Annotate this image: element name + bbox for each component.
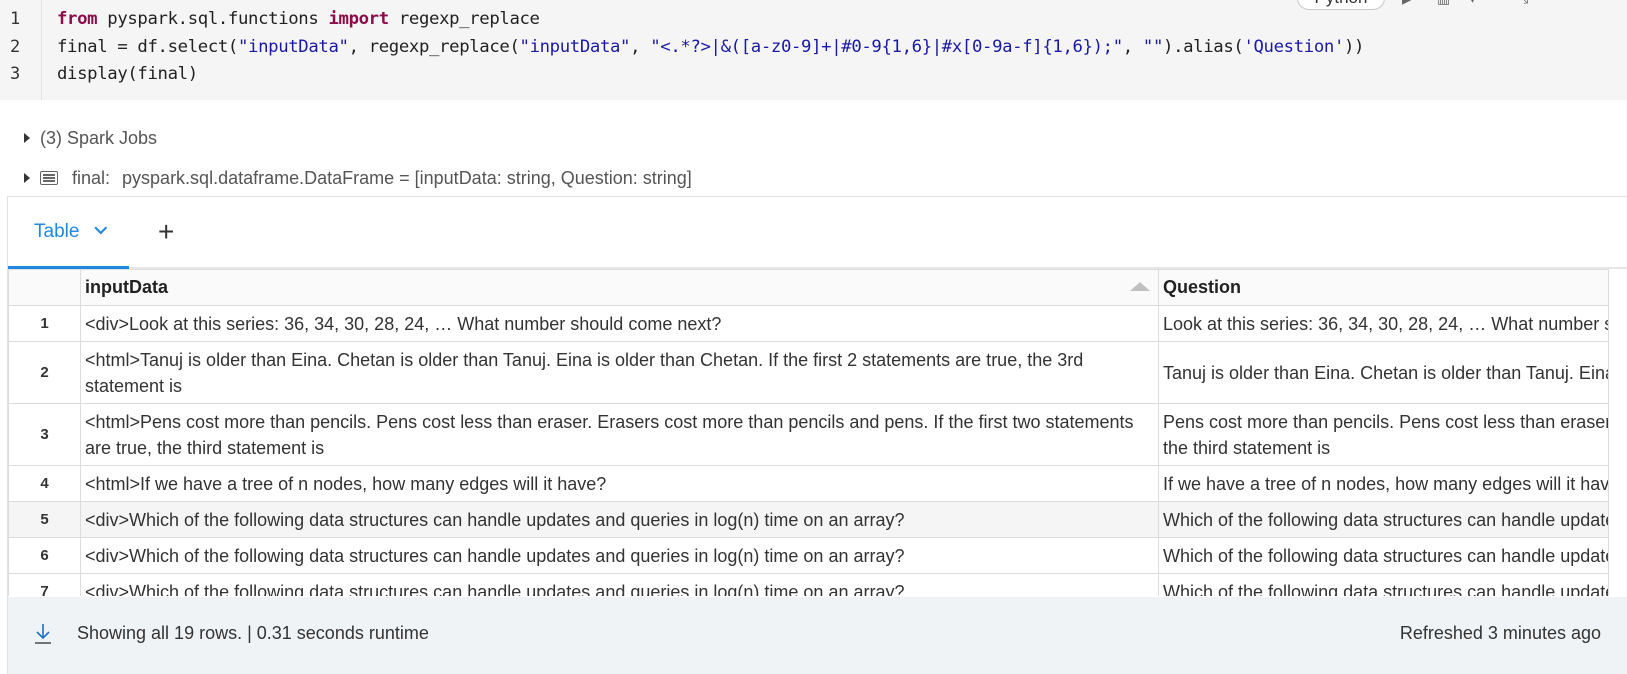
row-number: 5 (8, 501, 81, 538)
cell-question-text: Tanuj is older than Eina. Chetan is olde… (1163, 363, 1608, 383)
column-header-label: inputData (85, 277, 168, 297)
caret-right-icon (24, 133, 30, 143)
cell-question-text: Pens cost more than pencils. Pens cost l… (1163, 412, 1608, 458)
cell-question[interactable]: Pens cost more than pencils. Pens cost l… (1158, 403, 1609, 466)
code-string: "<.*?>|&([a-z0-9]+|#0-9{1,6}|#x[0-9a-f]{… (650, 37, 1123, 57)
cell-question[interactable]: Look at this series: 36, 34, 30, 28, 24,… (1158, 305, 1609, 342)
code-keyword: from (57, 9, 98, 29)
refreshed-status: Refreshed 3 minutes ago (1399, 623, 1601, 643)
language-selector[interactable]: Python (1297, 0, 1385, 10)
result-footer: Showing all 19 rows. | 0.31 seconds runt… (8, 597, 1627, 674)
table-row[interactable]: 4 <html>If we have a tree of n nodes, how… (8, 465, 1609, 502)
download-icon[interactable] (34, 623, 52, 645)
column-header-question[interactable]: Question (1158, 269, 1609, 306)
code-text: , (1122, 37, 1143, 57)
cell-question[interactable]: Which of the following data structures c… (1158, 573, 1609, 596)
table-row[interactable]: 2 <html>Tanuj is older than Eina. Chetan … (8, 341, 1609, 404)
code-text: ).alias( (1163, 37, 1244, 57)
code-text: , regexp_replace( (348, 37, 520, 57)
table-row[interactable]: 3 <html>Pens cost more than pencils. Pens… (8, 403, 1609, 466)
cell-question-text: Which of the following data structures c… (1163, 546, 1608, 566)
cell-question-text: Which of the following data structures c… (1163, 582, 1608, 596)
cell-inputdata[interactable]: <div>Which of the following data structu… (80, 537, 1159, 574)
chevron-down-icon[interactable]: ▾ (1469, 0, 1476, 7)
cell-inputdata[interactable]: <html>Tanuj is older than Eina. Chetan i… (80, 341, 1159, 404)
dataframe-name: final: (72, 167, 111, 188)
cell-question-text: If we have a tree of n nodes, how many e… (1163, 474, 1609, 494)
spark-jobs-label: (3) Spark Jobs (40, 127, 158, 148)
line-number: 3 (10, 64, 21, 84)
table-row[interactable]: 1 <div>Look at this series: 36, 34, 30, 2… (8, 305, 1609, 342)
add-visualization-button[interactable]: + (158, 217, 174, 247)
cell-inputdata[interactable]: <div>Look at this series: 36, 34, 30, 28… (80, 305, 1159, 342)
cell-question[interactable]: Which of the following data structures c… (1158, 537, 1609, 574)
cell-question[interactable]: Which of the following data structures c… (1158, 501, 1609, 538)
dataframe-schema: pyspark.sql.dataframe.DataFrame = [input… (122, 167, 692, 188)
row-number: 4 (8, 465, 81, 502)
cell-question-text: Which of the following data structures c… (1163, 510, 1608, 530)
row-number: 2 (8, 341, 81, 404)
code-line-2[interactable]: final = df.select("inputData", regexp_re… (57, 37, 1364, 57)
column-header-inputdata[interactable]: inputData (80, 269, 1159, 306)
result-panel: Table + inputData Question 1 <div>Look a… (7, 196, 1627, 674)
caret-right-icon (24, 173, 30, 183)
code-cell[interactable]: 1 2 3 from pyspark.sql.functions import … (0, 0, 1627, 100)
table-row[interactable]: 5 <div>Which of the following data struct… (8, 501, 1609, 538)
line-gutter: 1 2 3 (0, 0, 42, 100)
cell-inputdata[interactable]: <div>Which of the following data structu… (80, 501, 1159, 538)
code-string: 'Question' (1243, 37, 1344, 57)
row-count-status: Showing all 19 rows. | 0.31 seconds runt… (77, 623, 429, 643)
code-text: regexp_replace (388, 9, 540, 29)
cell-inputdata[interactable]: <div>Which of the following data structu… (80, 573, 1159, 596)
line-number: 1 (10, 9, 21, 29)
table-row[interactable]: 7 <div>Which of the following data struct… (8, 573, 1609, 596)
code-text: )) (1344, 37, 1365, 57)
code-text: , (630, 37, 651, 57)
sort-ascending-icon[interactable] (1130, 282, 1150, 291)
cell-question-text: Look at this series: 36, 34, 30, 28, 24,… (1163, 314, 1608, 334)
code-string: "inputData" (519, 37, 631, 57)
column-header-label: Question (1163, 277, 1242, 297)
cell-question[interactable]: Tanuj is older than Eina. Chetan is olde… (1158, 341, 1609, 404)
code-line-3[interactable]: display(final) (57, 64, 198, 84)
code-string: "inputData" (237, 37, 349, 57)
table-icon (40, 171, 58, 185)
cell-toolbar: Python ▶ ▥ ▾ ⤡ (1297, 0, 1627, 10)
row-number: 6 (8, 537, 81, 574)
row-number: 1 (8, 305, 81, 342)
code-keyword: import (328, 9, 389, 29)
row-number: 7 (8, 573, 81, 596)
code-line-1[interactable]: from pyspark.sql.functions import regexp… (57, 9, 540, 29)
cell-question[interactable]: If we have a tree of n nodes, how many e… (1158, 465, 1609, 502)
header-row: inputData Question (8, 269, 1609, 306)
code-text: display(final) (57, 64, 198, 84)
table-row[interactable]: 6 <div>Which of the following data struct… (8, 537, 1609, 574)
run-icon[interactable]: ▶ (1402, 0, 1413, 7)
line-number: 2 (10, 37, 21, 57)
cell-inputdata[interactable]: <html>If we have a tree of n nodes, how … (80, 465, 1159, 502)
data-grid[interactable]: inputData Question 1 <div>Look at this se… (8, 269, 1627, 596)
row-number-header (8, 269, 81, 306)
tab-table[interactable]: Table (8, 197, 129, 269)
results-table: inputData Question 1 <div>Look at this se… (8, 269, 1609, 596)
code-text: pyspark.sql.functions (97, 9, 329, 29)
chevron-down-icon[interactable] (94, 221, 108, 235)
code-string: "" (1142, 37, 1164, 57)
result-tabs: Table + (8, 197, 1627, 269)
row-number: 3 (8, 403, 81, 466)
dataframe-schema-toggle[interactable]: final: pyspark.sql.dataframe.DataFrame =… (24, 167, 692, 189)
cell-inputdata[interactable]: <html>Pens cost more than pencils. Pens … (80, 403, 1159, 466)
code-text: final = df.select( (57, 37, 238, 57)
chart-icon[interactable]: ▥ (1437, 0, 1450, 7)
collapse-icon[interactable]: ⤡ (1517, 0, 1528, 7)
spark-jobs-toggle[interactable]: (3) Spark Jobs (24, 127, 157, 149)
tab-table-label: Table (34, 220, 80, 242)
